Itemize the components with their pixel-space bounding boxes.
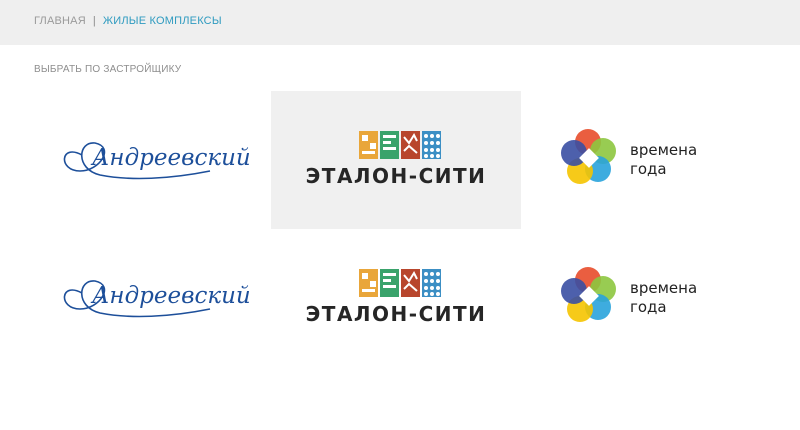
vremena-goda-emblem — [561, 129, 616, 184]
andreevsky-logo-text: Андреевский — [90, 283, 251, 309]
filter-label: ВЫБРАТЬ ПО ЗАСТРОЙЩИКУ — [34, 64, 182, 75]
vremena-goda-logo: времена года — [561, 129, 697, 184]
andreevsky-logo: Андреевский — [63, 142, 251, 180]
vremena-goda-logo-text-line2: года — [630, 160, 667, 178]
vremena-goda-emblem — [561, 267, 616, 322]
etalon-city-logo: ЭТАЛОН-СИТИ — [306, 131, 487, 188]
breadcrumb-separator: | — [92, 15, 96, 27]
etalon-city-logo-text: ЭТАЛОН-СИТИ — [306, 164, 487, 188]
etalon-city-emblem — [359, 269, 441, 297]
breadcrumb-home-link[interactable]: ГЛАВНАЯ — [34, 15, 86, 27]
andreevsky-logo-text: Андреевский — [90, 145, 251, 171]
vremena-goda-logo-text-line1: времена — [630, 279, 697, 297]
developer-tile-etalon-city-2[interactable]: ЭТАЛОН-СИТИ — [271, 229, 521, 367]
vremena-goda-logo-text-line1: времена — [630, 141, 697, 159]
developer-tile-andreevsky[interactable]: Андреевский — [20, 91, 270, 229]
developer-tile-vremena-goda-2[interactable]: времена года — [522, 229, 772, 367]
etalon-city-logo: ЭТАЛОН-СИТИ — [306, 269, 487, 326]
developer-tile-vremena-goda[interactable]: времена года — [522, 91, 772, 229]
breadcrumb-current: ЖИЛЫЕ КОМПЛЕКСЫ — [102, 15, 222, 27]
etalon-city-emblem — [359, 131, 441, 159]
breadcrumb: ГЛАВНАЯ | ЖИЛЫЕ КОМПЛЕКСЫ — [34, 15, 222, 27]
vremena-goda-logo: времена года — [561, 267, 697, 322]
vremena-goda-logo-text-line2: года — [630, 298, 667, 316]
etalon-city-logo-text: ЭТАЛОН-СИТИ — [306, 302, 487, 326]
developer-tile-andreevsky-2[interactable]: Андреевский — [20, 229, 270, 367]
developer-tile-etalon-city[interactable]: ЭТАЛОН-СИТИ — [271, 91, 521, 229]
andreevsky-logo: Андреевский — [63, 280, 251, 318]
